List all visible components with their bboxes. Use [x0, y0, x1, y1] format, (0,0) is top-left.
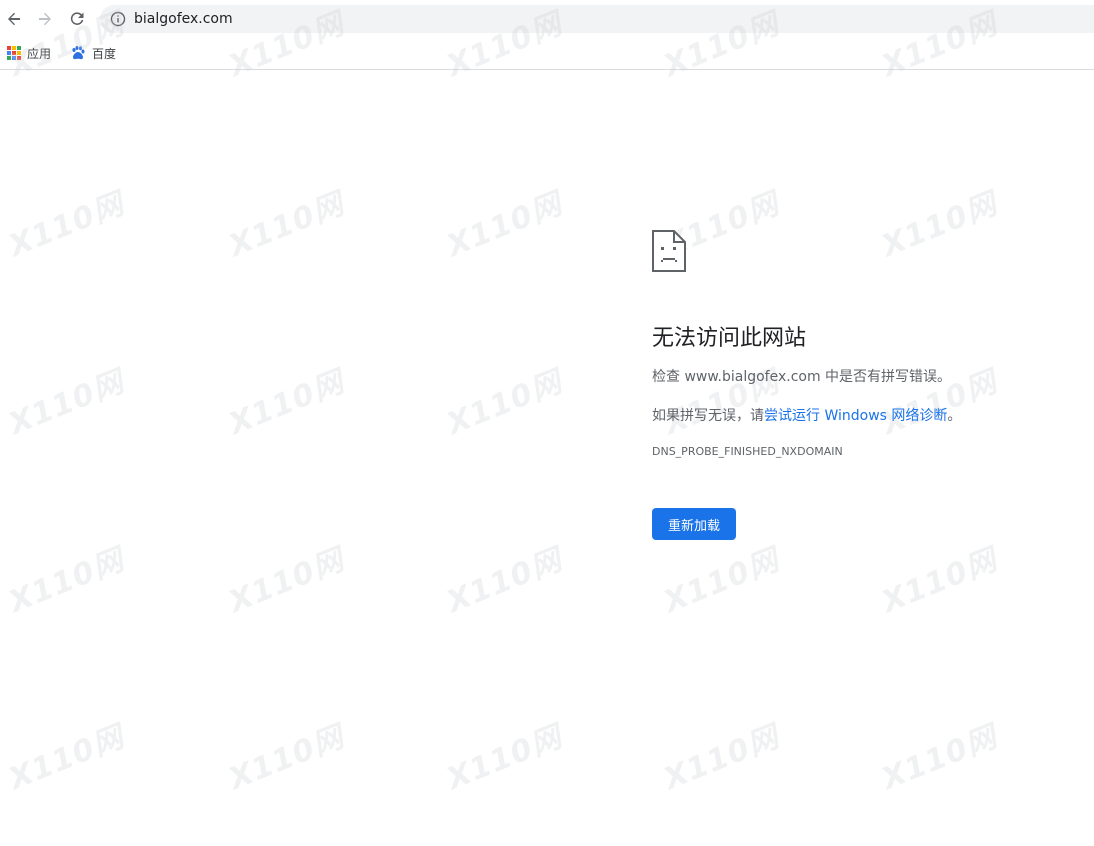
error-check-text: 检查 www.bialgofex.com 中是否有拼写错误。: [652, 367, 1072, 387]
browser-toolbar: bialgofex.com: [0, 0, 1094, 38]
watermark: X110网: [4, 719, 130, 798]
error-hint-text: 如果拼写无误，请尝试运行 Windows 网络诊断。: [652, 406, 1072, 426]
watermark: X110网: [224, 186, 350, 265]
back-button[interactable]: [1, 6, 27, 32]
bookmark-baidu[interactable]: 百度: [70, 42, 116, 64]
forward-arrow-icon: [39, 12, 51, 26]
watermark: X110网: [4, 542, 130, 621]
sad-page-icon: [652, 230, 686, 272]
browser-window: bialgofex.com 应用 百度 X110网 X110网 X110网 X1…: [0, 0, 1094, 846]
watermark: X110网: [224, 542, 350, 621]
url-text[interactable]: bialgofex.com: [134, 11, 233, 27]
hint-prefix: 如果拼写无误，请: [652, 408, 764, 424]
refresh-icon: [70, 12, 84, 25]
watermark: X110网: [877, 542, 1003, 621]
network-diagnostics-link[interactable]: 尝试运行 Windows 网络诊断: [764, 408, 947, 424]
forward-button[interactable]: [32, 6, 58, 32]
watermark: X110网: [442, 542, 568, 621]
bookmark-apps[interactable]: 应用: [7, 42, 51, 64]
address-bar[interactable]: bialgofex.com: [100, 5, 1094, 33]
baidu-paw-icon: [72, 46, 85, 60]
watermark: X110网: [659, 542, 785, 621]
bookmark-label: 应用: [27, 46, 52, 61]
watermark: X110网: [442, 364, 568, 443]
bookmark-label: 百度: [92, 46, 117, 61]
watermark: X110网: [4, 186, 130, 265]
info-icon[interactable]: [110, 11, 126, 27]
watermark: X110网: [4, 364, 130, 443]
apps-grid-icon: [7, 46, 21, 60]
watermark: X110网: [442, 719, 568, 798]
watermark: X110网: [442, 186, 568, 265]
reload-button[interactable]: 重新加载: [652, 508, 736, 540]
error-code: DNS_PROBE_FINISHED_NXDOMAIN: [652, 445, 843, 458]
error-title: 无法访问此网站: [652, 326, 807, 351]
check-prefix: 检查: [652, 369, 685, 385]
watermark: X110网: [224, 364, 350, 443]
watermark: X110网: [224, 719, 350, 798]
error-panel: 无法访问此网站 检查 www.bialgofex.com 中是否有拼写错误。 如…: [652, 230, 1072, 540]
hint-suffix: 。: [947, 408, 962, 424]
bookmarks-bar: 应用 百度: [0, 38, 1094, 70]
watermark: X110网: [659, 719, 785, 798]
reload-toolbar-button[interactable]: [64, 6, 90, 32]
check-suffix: 中是否有拼写错误。: [820, 369, 952, 385]
watermark: X110网: [877, 719, 1003, 798]
check-domain: www.bialgofex.com: [684, 369, 821, 385]
back-arrow-icon: [8, 12, 20, 26]
